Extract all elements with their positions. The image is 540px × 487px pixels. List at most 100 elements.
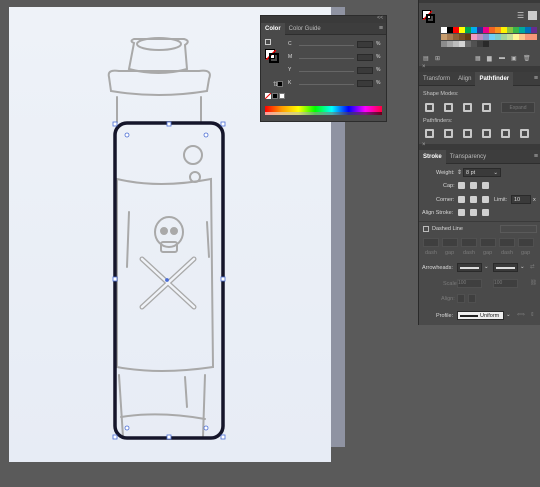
tab-color-guide[interactable]: Color Guide xyxy=(285,23,325,35)
color-panel: << Color Color Guide ≡ C% M% Y% K% ⇅ xyxy=(260,15,387,122)
swatches-footer: ▤ ⊞ ▦ ▆ ▬ ▣ 🗑 xyxy=(423,55,537,63)
bubble-large xyxy=(183,145,203,165)
color-swatch[interactable] xyxy=(531,27,537,33)
slider-track[interactable] xyxy=(299,45,354,46)
scale-start-field[interactable]: 100 xyxy=(457,279,482,288)
swap-arrowheads-icon[interactable]: ⇄ xyxy=(530,264,535,270)
minus-front-icon[interactable] xyxy=(444,103,453,112)
miter-join-icon[interactable] xyxy=(458,196,465,203)
swatches-stroke-icon[interactable] xyxy=(426,14,435,23)
butt-cap-icon[interactable] xyxy=(458,182,465,189)
slider-track[interactable] xyxy=(299,71,354,72)
color-spectrum[interactable] xyxy=(265,106,382,115)
round-join-icon[interactable] xyxy=(470,196,477,203)
new-swatch-icon[interactable]: ▣ xyxy=(511,55,517,62)
channel-value-field[interactable] xyxy=(357,41,373,48)
panel-menu-icon[interactable]: ≡ xyxy=(534,153,538,160)
merge-icon[interactable] xyxy=(463,129,472,138)
channel-value-field[interactable] xyxy=(357,80,373,87)
projecting-cap-icon[interactable] xyxy=(482,182,489,189)
chevron-down-icon[interactable]: ⌄ xyxy=(493,169,498,177)
tab-pathfinder[interactable]: Pathfinder xyxy=(475,71,514,86)
collapse-icon[interactable]: << xyxy=(377,15,383,21)
right-dock: ☰ ▤ ⊞ ▦ ▆ ▬ ▣ 🗑 × Transform Align Pathfi… xyxy=(418,0,540,325)
channel-value-field[interactable] xyxy=(357,67,373,74)
tab-color[interactable]: Color xyxy=(261,22,285,35)
tab-align[interactable]: Align xyxy=(454,72,475,86)
end-arrowhead-select[interactable] xyxy=(493,263,518,272)
start-arrowhead-select[interactable] xyxy=(457,263,482,272)
neck-lines xyxy=(116,96,202,123)
none-swatch-icon[interactable] xyxy=(264,92,272,100)
close-icon[interactable]: × xyxy=(422,142,426,148)
slider-track[interactable] xyxy=(299,84,354,85)
tab-transparency[interactable]: Transparency xyxy=(446,150,490,164)
black-swatch-icon[interactable] xyxy=(272,93,278,99)
channel-label: K xyxy=(288,80,292,86)
slider-track[interactable] xyxy=(299,58,354,59)
divide-icon[interactable] xyxy=(425,129,434,138)
dash-field-2[interactable] xyxy=(461,238,477,247)
chevron-down-icon[interactable]: ⌄ xyxy=(484,264,489,270)
profile-select[interactable]: Uniform xyxy=(457,311,504,320)
scale-end-field[interactable]: 100 xyxy=(493,279,518,288)
gap-field-2[interactable] xyxy=(480,238,496,247)
crop-icon[interactable] xyxy=(482,129,491,138)
limit-input[interactable]: 10 xyxy=(511,195,531,204)
show-kinds-icon[interactable]: ⊞ xyxy=(435,55,440,62)
swatch-options-icon[interactable]: ▦ xyxy=(475,55,481,62)
tab-transform[interactable]: Transform xyxy=(419,72,454,86)
align-inside-icon[interactable] xyxy=(470,209,477,216)
intersect-icon[interactable] xyxy=(463,103,472,112)
unite-icon[interactable] xyxy=(425,103,434,112)
color-swatch[interactable] xyxy=(483,41,489,47)
link-scale-icon[interactable]: ⛓ xyxy=(530,280,537,286)
round-cap-icon[interactable] xyxy=(470,182,477,189)
weight-stepper-icon[interactable]: ⇕ xyxy=(457,169,462,176)
dashed-line-checkbox[interactable] xyxy=(423,226,429,232)
folder-icon[interactable]: ▬ xyxy=(499,55,505,61)
tab-stroke[interactable]: Stroke xyxy=(419,149,446,164)
channel-c: C% xyxy=(285,41,381,49)
dash-alignment-icons[interactable] xyxy=(500,225,537,233)
swatches-tabbar[interactable] xyxy=(419,0,540,3)
exclude-icon[interactable] xyxy=(482,103,491,112)
dash-field-1[interactable] xyxy=(423,238,439,247)
new-color-group-icon[interactable]: ▆ xyxy=(487,55,492,62)
stroke-swatch-icon[interactable] xyxy=(269,53,279,63)
minus-back-icon[interactable] xyxy=(520,129,529,138)
channel-value-field[interactable] xyxy=(357,54,373,61)
align-arrow-tip-icon[interactable] xyxy=(457,294,465,303)
trim-icon[interactable] xyxy=(444,129,453,138)
delete-swatch-icon[interactable]: 🗑 xyxy=(523,55,531,62)
gap-field-1[interactable] xyxy=(442,238,458,247)
gap-label: gap xyxy=(483,250,493,256)
swatch-libraries-icon[interactable]: ▤ xyxy=(423,55,429,62)
chevron-down-icon[interactable]: ⌄ xyxy=(506,312,511,318)
expand-button[interactable]: Expand xyxy=(501,102,535,113)
flip-along-icon[interactable]: ⟺ xyxy=(517,312,525,318)
default-colors-icon[interactable] xyxy=(265,39,271,45)
channel-k: K% xyxy=(285,80,381,88)
gap-label: gap xyxy=(521,250,531,256)
chevron-down-icon[interactable]: ⌄ xyxy=(520,264,525,270)
limit-label: Limit: xyxy=(494,197,508,203)
flip-across-icon[interactable]: ⇕ xyxy=(530,312,535,318)
weight-input[interactable]: 8 pt ⌄ xyxy=(463,168,501,177)
align-arrow-end-icon[interactable] xyxy=(468,294,476,303)
list-view-icon[interactable]: ☰ xyxy=(517,11,524,20)
panel-menu-icon[interactable]: ≡ xyxy=(379,25,383,32)
gap-field-3[interactable] xyxy=(518,238,534,247)
color-chip-icon[interactable] xyxy=(277,81,283,87)
white-swatch-icon[interactable] xyxy=(279,93,285,99)
grid-view-icon[interactable] xyxy=(528,11,537,20)
close-icon[interactable]: × xyxy=(422,64,426,70)
align-outside-icon[interactable] xyxy=(482,209,489,216)
align-center-icon[interactable] xyxy=(458,209,465,216)
outline-icon[interactable] xyxy=(501,129,510,138)
panel-menu-icon[interactable]: ≡ xyxy=(534,75,538,82)
dash-field-3[interactable] xyxy=(499,238,515,247)
dashed-line-label: Dashed Line xyxy=(432,226,463,232)
color-swatch[interactable] xyxy=(531,34,537,40)
bevel-join-icon[interactable] xyxy=(482,196,489,203)
